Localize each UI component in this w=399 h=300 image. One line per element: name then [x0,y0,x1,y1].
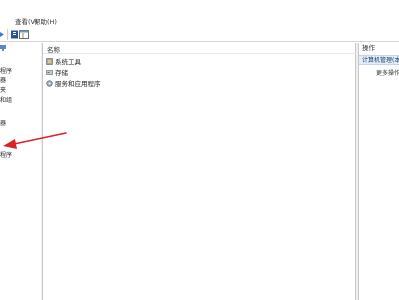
storage-icon [46,70,53,75]
name-column-header[interactable]: 名称 [43,43,356,54]
more-actions-link[interactable]: 更多操作 [376,69,399,78]
toolbar [0,27,399,42]
services-icon [46,80,53,87]
content-pane: 名称 系统工具 存储 服务和应用程序 [42,43,356,300]
actions-section-header[interactable]: 计算机管理(本 [359,55,399,65]
tree-node-shared-folders[interactable]: 夹 [0,86,6,95]
toolbar-separator [7,29,8,40]
list-item-label: 存储 [55,69,68,77]
menu-bar: 查看(V) 帮助(H) [0,0,399,27]
list-item-label: 服务和应用程序 [55,80,101,88]
tools-icon [46,58,53,65]
list-item-system-tools[interactable]: 系统工具 [46,57,81,67]
tree-node-event-viewer[interactable]: 器 [0,76,6,85]
actions-pane: 操作 计算机管理(本 更多操作 [358,43,399,300]
tree-node-task-scheduler[interactable]: 程序 [0,67,12,76]
computer-icon [0,45,6,51]
name-column-label: 名称 [47,46,60,54]
tree-node-local-users-groups[interactable]: 和组 [0,96,12,105]
tree-node-services-apps[interactable]: 程序 [0,151,12,160]
list-item-storage[interactable]: 存储 [46,68,68,78]
menu-help[interactable]: 帮助(H) [34,17,57,27]
list-item-label: 系统工具 [55,58,81,66]
actions-title: 操作 [362,44,375,52]
tree-node-root[interactable] [0,44,6,53]
console-view-icon[interactable] [19,30,29,39]
help-book-icon[interactable] [10,30,19,39]
list-item-services-apps[interactable]: 服务和应用程序 [46,79,101,89]
navigation-tree: 程序 器 夹 和组 器 程序 [0,43,41,300]
tree-node-device-manager[interactable]: 器 [0,119,6,128]
